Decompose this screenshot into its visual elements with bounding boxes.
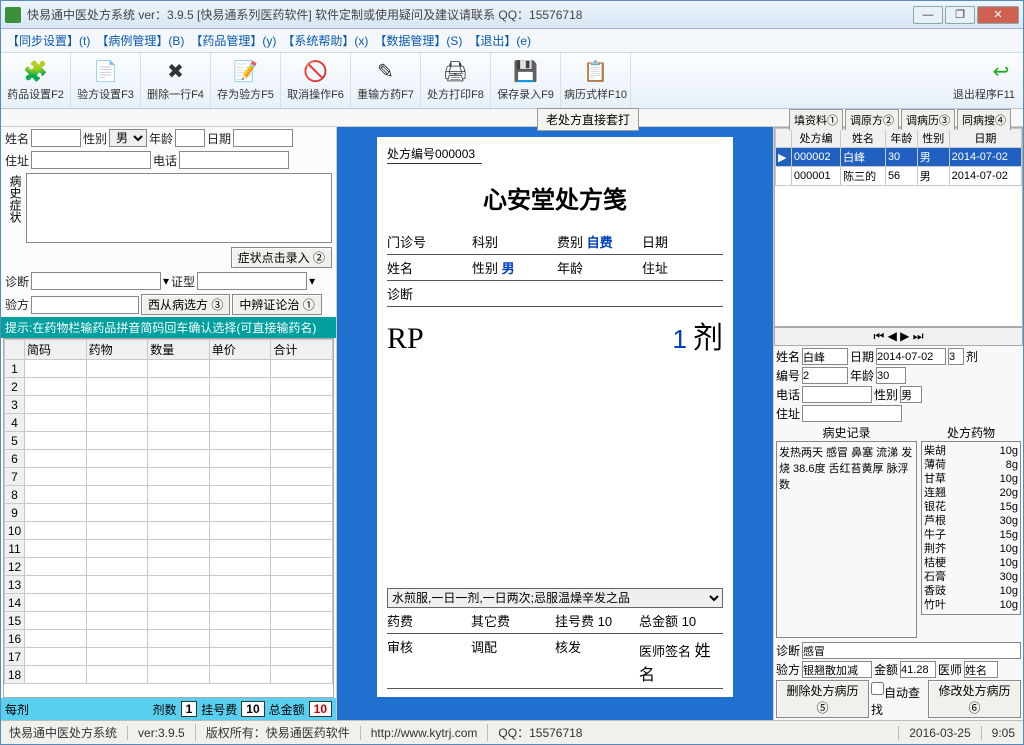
table-row[interactable]: ▶000002白峰30男2014-07-02 <box>776 148 1022 167</box>
window-title: 快易通中医处方系统 ver：3.9.5 [快易通系列医药软件] 软件定制或使用疑… <box>27 6 913 23</box>
minimize-button[interactable]: — <box>913 6 943 24</box>
delete-rx-button[interactable]: 删除处方病历 ⑤ <box>776 680 869 718</box>
med-label: 处方药物 <box>921 424 1021 441</box>
nav-last[interactable]: ⏭ <box>913 329 924 344</box>
maximize-button[interactable]: ❐ <box>945 6 975 24</box>
age-input[interactable] <box>175 129 205 147</box>
tool-save-entry[interactable]: 💾保存录入F9 <box>491 53 561 108</box>
tool-reenter[interactable]: ✎重输方药F7 <box>351 53 421 108</box>
reg-fee-value: 10 <box>241 701 264 717</box>
r-addr-input[interactable] <box>802 405 902 422</box>
tool-formula-settings[interactable]: 📄验方设置F3 <box>71 53 141 108</box>
tab-fill[interactable]: 填资料① <box>789 109 843 130</box>
menu-data[interactable]: 【数据管理】(S) <box>374 32 462 49</box>
status-time: 9:05 <box>981 726 1015 740</box>
close-button[interactable]: ✕ <box>977 6 1019 24</box>
tel-input[interactable] <box>179 151 289 169</box>
dose-count-value: 1 <box>181 701 198 717</box>
status-copyright: 版权所有：快易通医药软件 <box>195 724 350 741</box>
name-input[interactable] <box>31 129 81 147</box>
status-qq: QQ：15576718 <box>487 724 582 741</box>
instruction-select[interactable]: 水煎服,一日一剂,一日两次;忌服温燥辛发之品 <box>387 588 723 608</box>
symptom-label: 病史症状 <box>5 173 26 243</box>
prescription-sheet: 处方编号000003 心安堂处方笺 门诊号科别费别 自费日期 姓名性别 男年龄住… <box>377 137 733 697</box>
auto-search-checkbox[interactable] <box>871 680 884 697</box>
yf-label: 验方 <box>5 296 29 313</box>
r-sex-input[interactable] <box>900 386 922 403</box>
hint-bar: 提示:在药物栏输药品拼音简码回车确认选择(可直接输药名) <box>1 317 336 338</box>
r-dose-input[interactable] <box>948 348 964 365</box>
yf-input[interactable] <box>31 296 139 314</box>
west-select-button[interactable]: 西从病选方 ③ <box>141 294 230 315</box>
age-label: 年龄 <box>149 130 173 147</box>
tool-drug-settings[interactable]: 🧩药品设置F2 <box>1 53 71 108</box>
sex-label: 性别 <box>83 130 107 147</box>
zheng-label: 证型 <box>171 273 195 290</box>
tel-label: 电话 <box>153 152 177 169</box>
tab-recall-hist[interactable]: 调病历③ <box>901 109 955 130</box>
menu-case[interactable]: 【病例管理】(B) <box>96 32 184 49</box>
app-icon <box>5 7 21 23</box>
total-value: 10 <box>309 701 332 717</box>
hist-text: 发热两天 感冒 鼻塞 流涕 发烧 38.6度 舌红苔黄厚 脉浮数 <box>776 441 917 638</box>
tool-exit[interactable]: ↩退出程序F11 <box>631 53 1023 108</box>
status-date: 2016-03-25 <box>898 726 970 740</box>
r-name-input[interactable] <box>802 348 848 365</box>
tool-delete-row[interactable]: ✖删除一行F4 <box>141 53 211 108</box>
diag-input[interactable] <box>31 272 161 290</box>
tcm-dialectic-button[interactable]: 中辨证论治 ① <box>232 294 321 315</box>
date-label: 日期 <box>207 130 231 147</box>
dose-count-label: 剂数 <box>153 701 177 718</box>
date-input[interactable] <box>233 129 293 147</box>
addr-input[interactable] <box>31 151 151 169</box>
r-tel-input[interactable] <box>802 386 872 403</box>
r-doc-input[interactable] <box>964 661 998 678</box>
sheet-title: 心安堂处方笺 <box>387 180 723 215</box>
status-url: http://www.kytrj.com <box>360 726 478 740</box>
table-row[interactable]: 000001陈三的56男2014-07-02 <box>776 167 1022 186</box>
total-label: 总金额 <box>269 701 305 718</box>
diag-label: 诊断 <box>5 273 29 290</box>
per-dose-label: 每剂 <box>5 701 29 718</box>
tool-record-style[interactable]: 📋病历式样F10 <box>561 53 631 108</box>
r-yf-input[interactable] <box>802 661 872 678</box>
r-age-input[interactable] <box>876 367 906 384</box>
med-list: 柴胡10g薄荷8g甘草10g连翘20g银花15g芦根30g牛子15g荆芥10g桔… <box>921 441 1021 615</box>
menu-exit[interactable]: 【退出】(e) <box>468 32 531 49</box>
tab-same-disease[interactable]: 同病搜④ <box>957 109 1011 130</box>
symptom-click-button[interactable]: 症状点击录入 ② <box>231 247 332 268</box>
menu-sync[interactable]: 【同步设置】(t) <box>7 32 90 49</box>
modify-rx-button[interactable]: 修改处方病历 ⑥ <box>928 680 1021 718</box>
nav-next[interactable]: ▶ <box>900 329 909 344</box>
symptom-textarea[interactable] <box>26 173 332 243</box>
zheng-input[interactable] <box>197 272 307 290</box>
tool-save-formula[interactable]: 📝存为验方F5 <box>211 53 281 108</box>
r-date-input[interactable] <box>876 348 946 365</box>
old-rx-button[interactable]: 老处方直接套打 <box>537 108 639 131</box>
status-app: 快易通中医处方系统 <box>9 724 117 741</box>
r-diag-input[interactable] <box>802 642 1021 659</box>
sex-select[interactable]: 男 <box>109 129 147 147</box>
nav-prev[interactable]: ◀ <box>888 329 897 344</box>
addr-label: 住址 <box>5 152 29 169</box>
nav-first[interactable]: ⏮ <box>873 329 884 344</box>
rp-label: RP <box>387 322 673 356</box>
status-ver: ver:3.9.5 <box>127 726 185 740</box>
name-label: 姓名 <box>5 130 29 147</box>
r-no-input[interactable] <box>802 367 848 384</box>
tool-cancel[interactable]: 🚫取消操作F6 <box>281 53 351 108</box>
hist-label: 病史记录 <box>776 424 917 441</box>
menu-drug[interactable]: 【药品管理】(y) <box>190 32 276 49</box>
tab-recall-rx[interactable]: 调原方② <box>845 109 899 130</box>
menu-help[interactable]: 【系统帮助】(x) <box>282 32 368 49</box>
tool-print[interactable]: 🖨处方打印F8 <box>421 53 491 108</box>
reg-fee-label: 挂号费 <box>201 701 237 718</box>
r-amt-input[interactable] <box>900 661 936 678</box>
drug-grid[interactable]: 简码药物数量单价合计 1 2 3 4 5 6 7 8 9 10 11 12 13… <box>3 338 334 698</box>
history-grid[interactable]: 处方编姓名年龄性别日期 ▶000002白峰30男2014-07-02 00000… <box>774 127 1023 327</box>
